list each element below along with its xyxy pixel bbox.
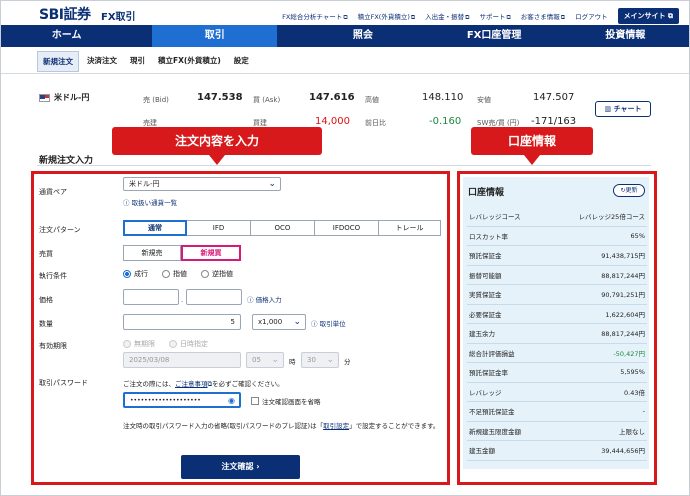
account-row: 振替可能額 88,817,244円 bbox=[467, 266, 647, 285]
account-row: 不足預託保証金 - bbox=[467, 402, 647, 422]
refresh-button[interactable]: ↻更新 bbox=[613, 184, 645, 197]
account-row-value: 90,791,251円 bbox=[601, 291, 645, 300]
account-row: 預託保証金率 5,595% bbox=[467, 363, 647, 383]
account-row: 総合計評価損益 -50,427円 bbox=[467, 344, 647, 363]
account-row-value: 88,817,244円 bbox=[601, 330, 645, 339]
bid-label: 売 (Bid) bbox=[143, 96, 169, 104]
account-row: レバレッジコース レバレッジ25倍コース bbox=[467, 207, 647, 227]
account-row-label: レバレッジコース bbox=[469, 213, 521, 222]
sbi-logo[interactable]: SBI証券 bbox=[39, 4, 91, 24]
ask-label: 買 (Ask) bbox=[253, 96, 281, 104]
account-row-label: 必要保証金 bbox=[469, 310, 502, 319]
account-row-value: - bbox=[642, 407, 645, 416]
low-label: 安値 bbox=[477, 96, 491, 104]
order-highlight-box bbox=[31, 171, 450, 485]
account-callout: 口座情報 bbox=[471, 127, 593, 165]
account-row-label: 不足預託保証金 bbox=[469, 408, 515, 417]
prev-day-change: -0.160 bbox=[429, 116, 462, 127]
account-row-label: レバレッジ bbox=[469, 388, 502, 397]
account-row-value: 39,444,656円 bbox=[601, 447, 645, 456]
account-row-label: 総合計評価損益 bbox=[469, 349, 515, 358]
account-row: 必要保証金 1,622,604円 bbox=[467, 305, 647, 324]
account-row-value: 88,817,244円 bbox=[601, 271, 645, 280]
order-callout: 注文内容を入力 bbox=[112, 127, 322, 165]
account-row-label: 預託保証金率 bbox=[469, 369, 508, 378]
account-row-value: -50,427円 bbox=[613, 349, 645, 358]
account-row-label: 実質保証金 bbox=[469, 291, 502, 300]
main-site-button[interactable]: メインサイト ⧉ bbox=[617, 8, 679, 24]
account-row: 預託保証金 91,438,715円 bbox=[467, 246, 647, 266]
main-nav: ホーム 取引 照会 FX口座管理 投資情報 bbox=[1, 25, 689, 47]
top-link-support[interactable]: サポート⧉ bbox=[479, 11, 510, 22]
account-row-label: 建玉余力 bbox=[469, 330, 495, 339]
nav-market-info[interactable]: 投資情報 bbox=[560, 25, 689, 47]
high-label: 高値 bbox=[365, 96, 379, 104]
account-row: 建玉金額 39,444,656円 bbox=[467, 441, 647, 461]
divider bbox=[37, 165, 651, 166]
account-row: 建玉余力 88,817,244円 bbox=[467, 324, 647, 344]
account-row-value: 5,595% bbox=[620, 368, 645, 377]
account-title: 口座情報 bbox=[468, 188, 505, 198]
account-row: ロスカット率 65% bbox=[467, 227, 647, 246]
us-flag-icon bbox=[39, 93, 50, 102]
top-link-tsumitate[interactable]: 積立FX(外貨積立)⧉ bbox=[358, 11, 416, 22]
product-name: FX取引 bbox=[101, 12, 136, 23]
account-row-value: 65% bbox=[630, 231, 645, 240]
nav-account-mgmt[interactable]: FX口座管理 bbox=[429, 25, 560, 47]
subnav-tsumitate[interactable]: 積立FX(外貨積立) bbox=[153, 51, 226, 72]
prev-day-label: 前日比 bbox=[365, 119, 386, 127]
bid-price: 147.538 bbox=[197, 92, 243, 103]
account-row-label: 預託保証金 bbox=[469, 252, 502, 261]
low-price: 147.507 bbox=[533, 92, 575, 103]
buy-position-value: 14,000 bbox=[315, 116, 350, 127]
top-link-chart[interactable]: FX総合分析チャート⧉ bbox=[282, 11, 347, 22]
account-row: 実質保証金 90,791,251円 bbox=[467, 285, 647, 305]
account-row: レバレッジ 0.43倍 bbox=[467, 383, 647, 402]
ask-price: 147.616 bbox=[309, 92, 355, 103]
high-price: 148.110 bbox=[422, 92, 464, 103]
account-row-value: レバレッジ25倍コース bbox=[578, 213, 645, 222]
chart-icon: ▥ bbox=[604, 105, 612, 113]
top-link-deposit[interactable]: 入出金・振替⧉ bbox=[425, 11, 469, 22]
account-row-value: 1,622,604円 bbox=[605, 310, 645, 319]
swap-value: -171/163 bbox=[531, 116, 577, 127]
subnav-close-order[interactable]: 決済注文 bbox=[82, 51, 122, 72]
app-window: SBI証券 FX取引 FX総合分析チャート⧉ 積立FX(外貨積立)⧉ 入出金・振… bbox=[0, 0, 690, 496]
account-row: 新規建玉限度金額 上限なし bbox=[467, 422, 647, 441]
nav-inquiry[interactable]: 照会 bbox=[297, 25, 428, 47]
top-link-logout[interactable]: ログアウト bbox=[575, 11, 608, 21]
account-row-label: 振替可能額 bbox=[469, 271, 502, 280]
account-row-label: ロスカット率 bbox=[469, 232, 508, 241]
account-row-value: 0.43倍 bbox=[624, 388, 645, 397]
subnav-settings[interactable]: 設定 bbox=[229, 51, 254, 72]
subnav-delivery[interactable]: 現引 bbox=[125, 51, 150, 72]
top-link-customer[interactable]: お客さま情報⧉ bbox=[521, 11, 565, 22]
top-links: FX総合分析チャート⧉ 積立FX(外貨積立)⧉ 入出金・振替⧉ サポート⧉ お客… bbox=[282, 8, 679, 24]
top-bar: SBI証券 FX取引 FX総合分析チャート⧉ 積立FX(外貨積立)⧉ 入出金・振… bbox=[1, 1, 689, 25]
divider bbox=[1, 73, 689, 74]
subnav-new-order[interactable]: 新規注文 bbox=[37, 51, 79, 72]
currency-pair: 米ドル-円 bbox=[39, 92, 89, 103]
account-row-label: 建玉金額 bbox=[469, 447, 495, 456]
account-row-value: 上限なし bbox=[619, 427, 645, 436]
account-row-label: 新規建玉限度金額 bbox=[469, 427, 521, 436]
chart-button[interactable]: ▥ チャート bbox=[595, 101, 651, 117]
nav-home[interactable]: ホーム bbox=[1, 25, 132, 47]
nav-trade[interactable]: 取引 bbox=[152, 25, 278, 47]
sub-nav: 新規注文 決済注文 現引 積立FX(外貨積立) 設定 bbox=[37, 51, 254, 72]
account-row-value: 91,438,715円 bbox=[601, 252, 645, 261]
